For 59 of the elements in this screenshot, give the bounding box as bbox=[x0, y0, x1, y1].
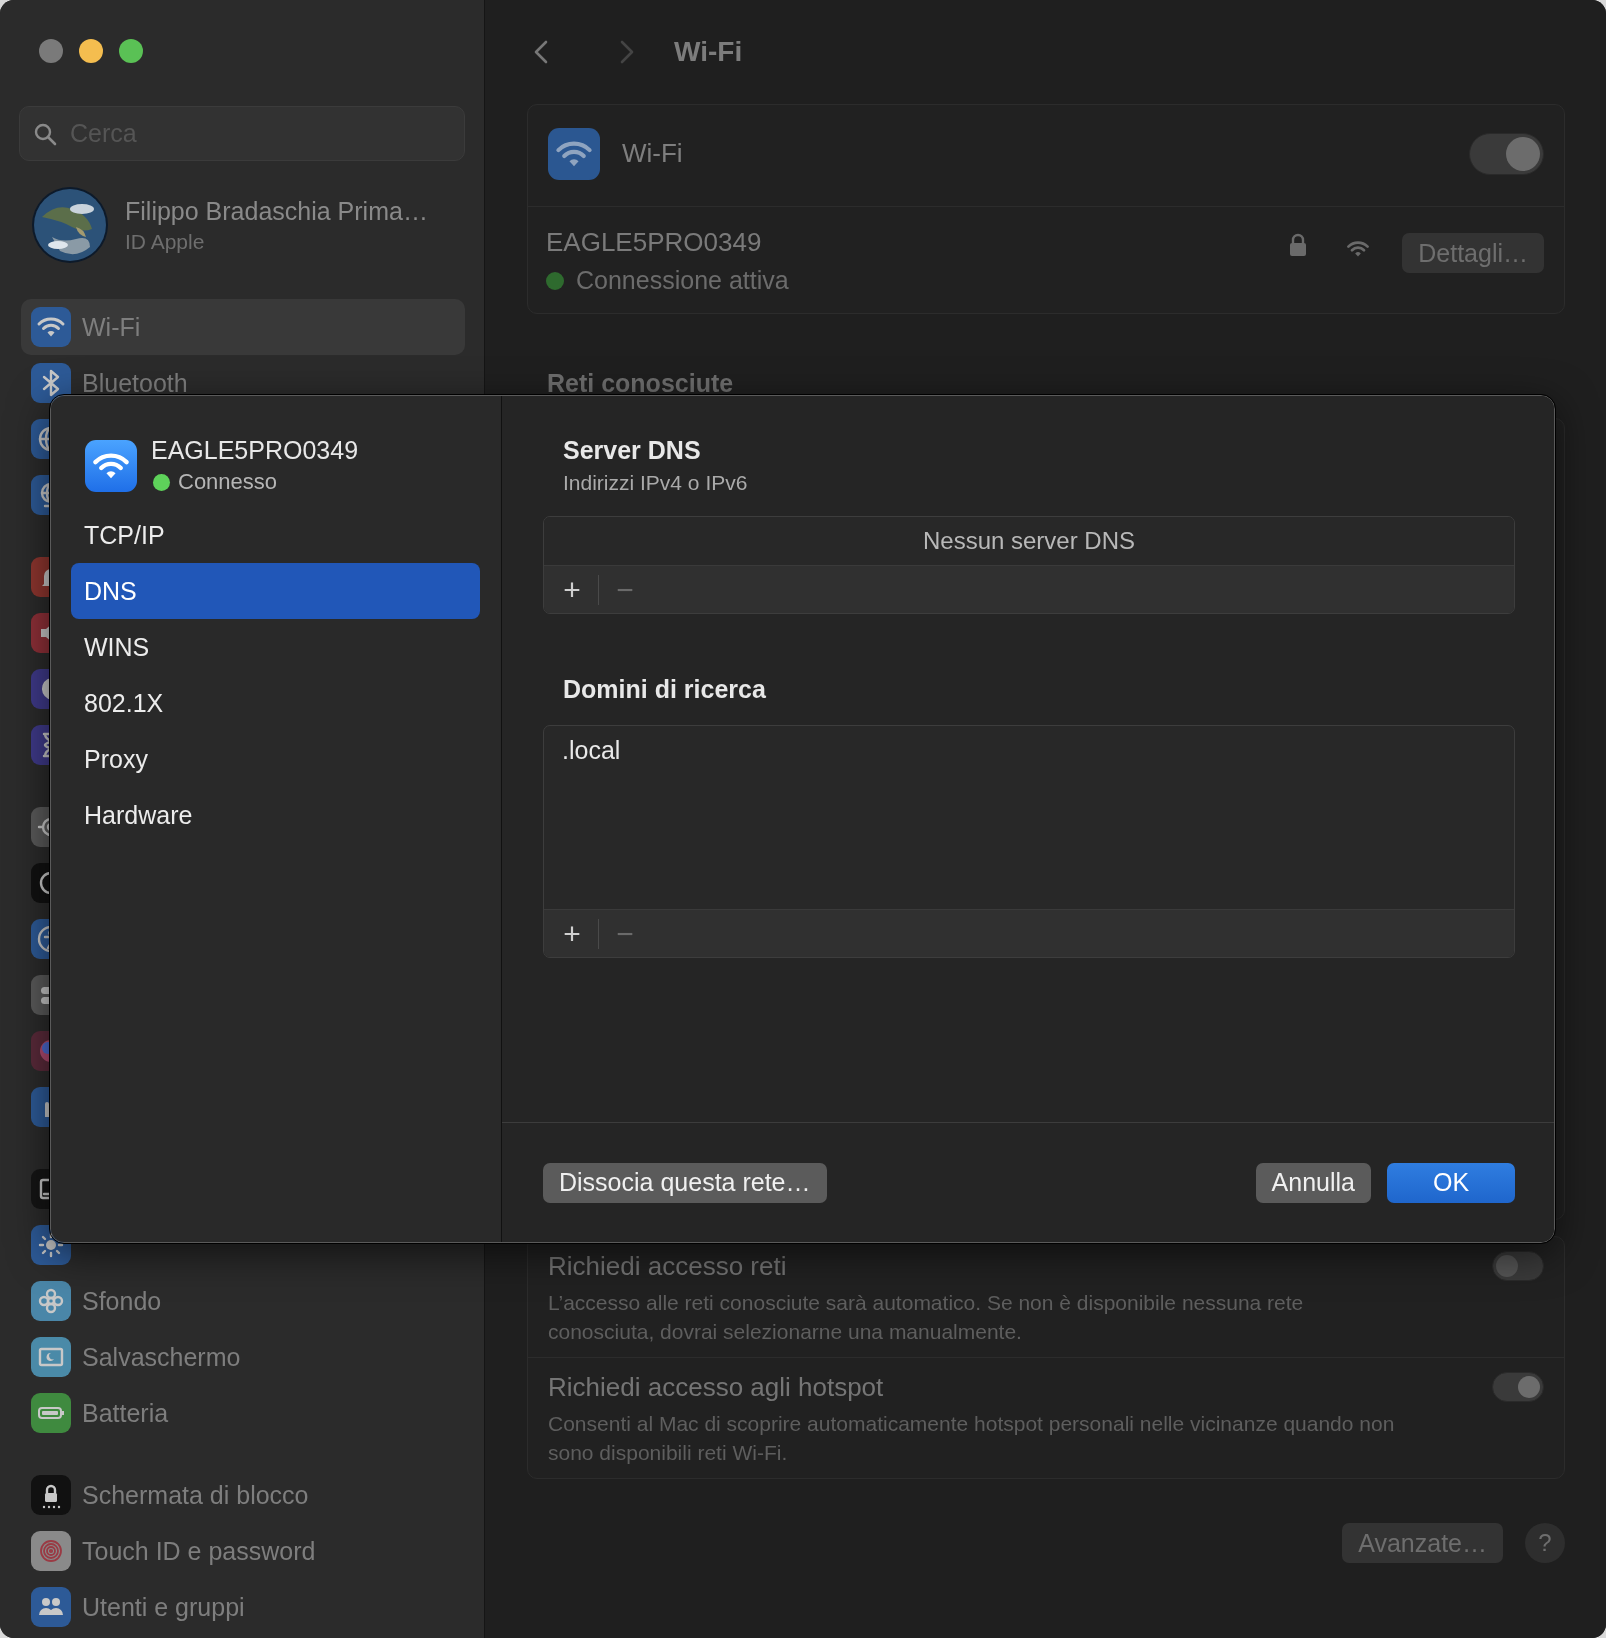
sidebar-item[interactable]: Bluetooth bbox=[21, 355, 465, 411]
sidebar-tab[interactable]: DNS bbox=[71, 563, 480, 619]
wifi-icon bbox=[85, 439, 137, 492]
section-subtitle: Indirizzi IPv4 o IPv6 bbox=[563, 471, 749, 495]
option-description: Consenti al Mac di scoprire automaticamente hotspot personali nelle vicinanze quando non sono disponibili reti Wi-Fi. bbox=[548, 1411, 1396, 1466]
toggle-switch[interactable] bbox=[1469, 132, 1544, 175]
status-dot bbox=[546, 271, 564, 290]
details-button[interactable]: Dettagli… bbox=[1402, 233, 1544, 273]
option-description: L’accesso alle reti conosciute sarà automatico. Se non è disponibile nessuna rete conosciuta, dovrai selezionarne una manualmente. bbox=[548, 1290, 1305, 1345]
sidebar-item[interactable]: Schermata di blocco bbox=[21, 1467, 465, 1523]
screen-icon[interactable] bbox=[31, 1337, 71, 1377]
fingerprint-icon[interactable] bbox=[31, 1531, 71, 1571]
minimize-button[interactable] bbox=[79, 39, 103, 63]
sidebar-item[interactable]: Utenti e gruppi bbox=[21, 1579, 465, 1635]
search-icon bbox=[33, 122, 57, 146]
zoom-button[interactable] bbox=[119, 39, 143, 63]
sidebar-item[interactable]: Wi-Fi bbox=[21, 299, 465, 355]
sidebar-tab[interactable]: WINS bbox=[71, 619, 480, 675]
toggle-switch[interactable] bbox=[1492, 1251, 1544, 1281]
status-dot bbox=[153, 473, 170, 491]
option-title: Richiedi accesso agli hotspot bbox=[548, 1372, 885, 1403]
cancel-button[interactable]: Annulla bbox=[1255, 1162, 1371, 1203]
ok-button[interactable]: OK bbox=[1387, 1162, 1515, 1203]
sidebar-item[interactable]: Sfondo bbox=[21, 1273, 465, 1329]
sidebar-tab[interactable]: Proxy bbox=[71, 731, 480, 787]
section-heading: Reti conosciute bbox=[547, 369, 735, 398]
add-button[interactable]: + bbox=[554, 918, 590, 949]
section-title: Server DNS bbox=[563, 436, 702, 465]
help-button[interactable]: ? bbox=[1525, 1523, 1565, 1563]
toggle-switch[interactable] bbox=[1492, 1372, 1544, 1402]
connection-status: Connesso bbox=[178, 469, 278, 495]
add-button[interactable]: + bbox=[554, 574, 590, 605]
wifi-label: Wi-Fi bbox=[622, 138, 684, 169]
sidebar-tab[interactable]: Hardware bbox=[71, 787, 480, 843]
forget-button[interactable]: Dissocia questa rete… bbox=[543, 1162, 827, 1203]
page-title: Wi-Fi bbox=[674, 36, 743, 68]
sidebar-item[interactable]: Batteria bbox=[21, 1385, 465, 1441]
battery-icon[interactable] bbox=[31, 1393, 71, 1433]
option-title: Richiedi accesso reti bbox=[548, 1251, 788, 1282]
connection-status: Connessione attiva bbox=[576, 266, 789, 295]
close-button[interactable] bbox=[39, 39, 63, 63]
account-subtitle: ID Apple bbox=[125, 229, 206, 254]
bluetooth-icon[interactable] bbox=[31, 363, 71, 403]
list-entry[interactable]: .local bbox=[562, 736, 1496, 765]
sidebar-item[interactable]: Touch ID e password bbox=[21, 1523, 465, 1579]
sidebar-tab[interactable]: TCP/IP bbox=[71, 507, 480, 563]
advanced-button[interactable]: Avanzate… bbox=[1342, 1523, 1503, 1563]
lock-icon[interactable] bbox=[31, 1475, 71, 1515]
network-name: EAGLE5PRO0349 bbox=[151, 436, 359, 465]
sidebar-item[interactable]: Salvaschermo bbox=[21, 1329, 465, 1385]
section-title: Domini di ricerca bbox=[563, 675, 767, 704]
flower-icon[interactable] bbox=[31, 1281, 71, 1321]
people-icon[interactable] bbox=[31, 1587, 71, 1627]
wifi-icon bbox=[548, 127, 600, 180]
network-name: EAGLE5PRO0349 bbox=[546, 227, 763, 258]
sidebar-tab[interactable]: 802.1X bbox=[71, 675, 480, 731]
wifi-icon[interactable] bbox=[31, 307, 71, 347]
back-icon[interactable] bbox=[532, 38, 550, 66]
account-name: Filippo Bradaschia Prima… bbox=[125, 196, 428, 226]
